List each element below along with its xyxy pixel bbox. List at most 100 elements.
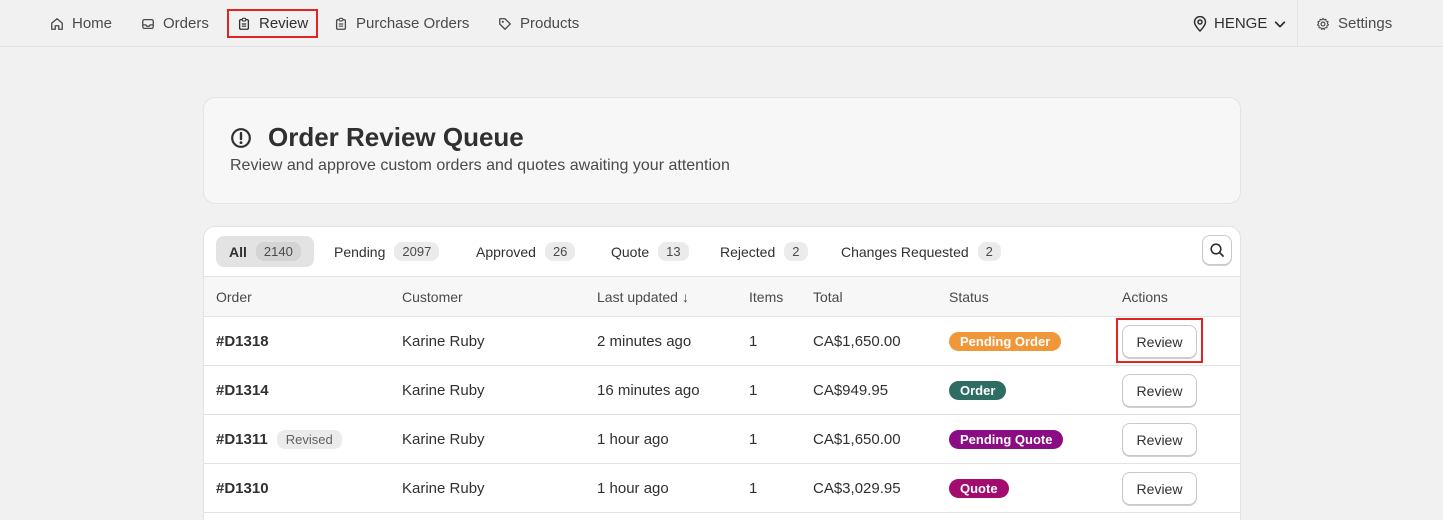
status-badge: Pending Order — [949, 331, 1062, 351]
status-cell: Quote — [949, 464, 1009, 512]
table-header: Order Customer Last updated ↓ Items Tota… — [204, 276, 1240, 317]
store-selector[interactable]: HENGE — [1186, 9, 1293, 38]
tab-count: 2 — [784, 242, 808, 261]
nav-orders[interactable]: Orders — [133, 9, 217, 38]
review-button[interactable]: Review — [1122, 472, 1197, 505]
page-title-group: Order Review Queue — [230, 122, 524, 153]
table-row[interactable]: #D1318 Karine Ruby 2 minutes ago 1 CA$1,… — [204, 317, 1240, 366]
revised-badge: Revised — [276, 429, 342, 449]
customer-name: Karine Ruby — [402, 381, 485, 399]
clipboard-list-icon — [335, 17, 347, 30]
tab-label: Rejected — [720, 243, 776, 260]
tab-rejected[interactable]: Rejected 2 — [707, 236, 821, 267]
nav-home[interactable]: Home — [42, 9, 120, 38]
item-count: 1 — [749, 332, 758, 350]
column-header-last-updated-label: Last updated — [597, 288, 678, 305]
item-count: 1 — [749, 381, 758, 399]
tag-icon — [499, 17, 511, 30]
order-number: #D1314 — [216, 381, 269, 399]
table-row[interactable]: #D1310 Karine Ruby 1 hour ago 1 CA$3,029… — [204, 464, 1240, 513]
column-header-customer[interactable]: Customer — [402, 277, 463, 316]
alert-circle-icon — [231, 127, 251, 148]
tab-label: All — [229, 243, 247, 260]
review-table-card: All 2140 Pending 2097 Approved 26 Quote … — [203, 226, 1241, 520]
search-icon — [1210, 243, 1224, 257]
tab-count: 13 — [658, 242, 689, 261]
review-button[interactable]: Review — [1122, 374, 1197, 407]
nav-purchase-orders[interactable]: Purchase Orders — [326, 9, 477, 38]
customer-name: Karine Ruby — [402, 479, 485, 497]
column-header-status: Status — [949, 288, 989, 305]
tab-count: 2 — [977, 242, 1001, 261]
table-row[interactable]: #D1311 Revised Karine Ruby 1 hour ago 1 … — [204, 415, 1240, 464]
item-count: 1 — [749, 479, 758, 497]
order-id: #D1314 — [216, 366, 269, 414]
location-pin-icon — [1193, 15, 1207, 32]
order-number: #D1310 — [216, 479, 269, 497]
order-id: #D1311 Revised — [216, 415, 342, 463]
status-cell: Pending Order — [949, 317, 1062, 365]
status-badge: Order — [949, 380, 1007, 400]
tab-count: 2097 — [394, 242, 440, 261]
tab-count: 26 — [544, 242, 576, 261]
nav-divider — [1297, 0, 1298, 47]
item-count: 1 — [749, 430, 758, 448]
column-header-actions: Actions — [1122, 288, 1168, 305]
status-badge: Pending Quote — [949, 429, 1064, 449]
customer-name: Karine Ruby — [402, 430, 485, 448]
filter-tabs: All 2140 Pending 2097 Approved 26 Quote … — [204, 227, 1240, 277]
tab-count: 2140 — [255, 242, 301, 261]
review-button[interactable]: Review — [1122, 325, 1197, 358]
tab-pending[interactable]: Pending 2097 — [321, 236, 452, 267]
nav-review[interactable]: Review — [227, 9, 319, 38]
tab-changes-requested[interactable]: Changes Requested 2 — [828, 236, 1014, 267]
tab-label: Quote — [611, 243, 650, 260]
nav-products[interactable]: Products — [490, 9, 587, 38]
customer-name: Karine Ruby — [402, 332, 485, 350]
tab-label: Pending — [334, 243, 386, 260]
order-number: #D1318 — [216, 332, 269, 350]
tab-label: Changes Requested — [841, 243, 969, 260]
last-updated: 2 minutes ago — [597, 332, 692, 350]
last-updated: 1 hour ago — [597, 430, 669, 448]
column-header-order[interactable]: Order — [216, 277, 252, 316]
status-cell: Pending Quote — [949, 415, 1064, 463]
page-header-card: Order Review Queue Review and approve cu… — [203, 97, 1241, 204]
order-number: #D1311 — [216, 430, 268, 448]
chevron-down-icon — [1275, 20, 1286, 27]
tab-approved[interactable]: Approved 26 — [463, 236, 588, 267]
review-button[interactable]: Review — [1122, 423, 1197, 456]
column-header-last-updated[interactable]: Last updated ↓ — [597, 277, 689, 316]
nav-products-label: Products — [520, 15, 580, 32]
gear-icon — [1316, 17, 1330, 30]
inbox-icon — [142, 18, 154, 29]
nav-settings-label: Settings — [1338, 15, 1393, 32]
tab-label: Approved — [476, 243, 536, 260]
column-header-items[interactable]: Items — [749, 277, 783, 316]
order-id: #D1310 — [216, 464, 269, 512]
order-total: CA$1,650.00 — [813, 430, 901, 448]
table-row[interactable]: #D1314 Karine Ruby 16 minutes ago 1 CA$9… — [204, 366, 1240, 415]
nav-purchase-orders-label: Purchase Orders — [356, 15, 470, 32]
column-header-total[interactable]: Total — [813, 277, 843, 316]
last-updated: 16 minutes ago — [597, 381, 700, 399]
nav-home-label: Home — [72, 15, 113, 32]
nav-review-label: Review — [259, 15, 309, 32]
nav-orders-label: Orders — [163, 15, 209, 32]
top-navigation: Home Orders Review Purchase Orders Produ… — [0, 0, 1443, 47]
clipboard-icon — [238, 17, 250, 30]
last-updated: 1 hour ago — [597, 479, 669, 497]
status-badge: Quote — [949, 478, 1009, 498]
tab-all[interactable]: All 2140 — [216, 236, 314, 267]
status-cell: Order — [949, 366, 1007, 414]
tab-quote[interactable]: Quote 13 — [598, 236, 702, 267]
order-id: #D1318 — [216, 317, 269, 365]
order-total: CA$3,029.95 — [813, 479, 901, 497]
sort-arrow-down-icon: ↓ — [681, 288, 689, 305]
search-button[interactable] — [1202, 235, 1232, 265]
page-subtitle: Review and approve custom orders and quo… — [230, 157, 730, 174]
page-title: Order Review Queue — [268, 122, 524, 152]
order-total: CA$949.95 — [813, 381, 889, 399]
nav-settings[interactable]: Settings — [1308, 9, 1400, 38]
order-total: CA$1,650.00 — [813, 332, 901, 350]
